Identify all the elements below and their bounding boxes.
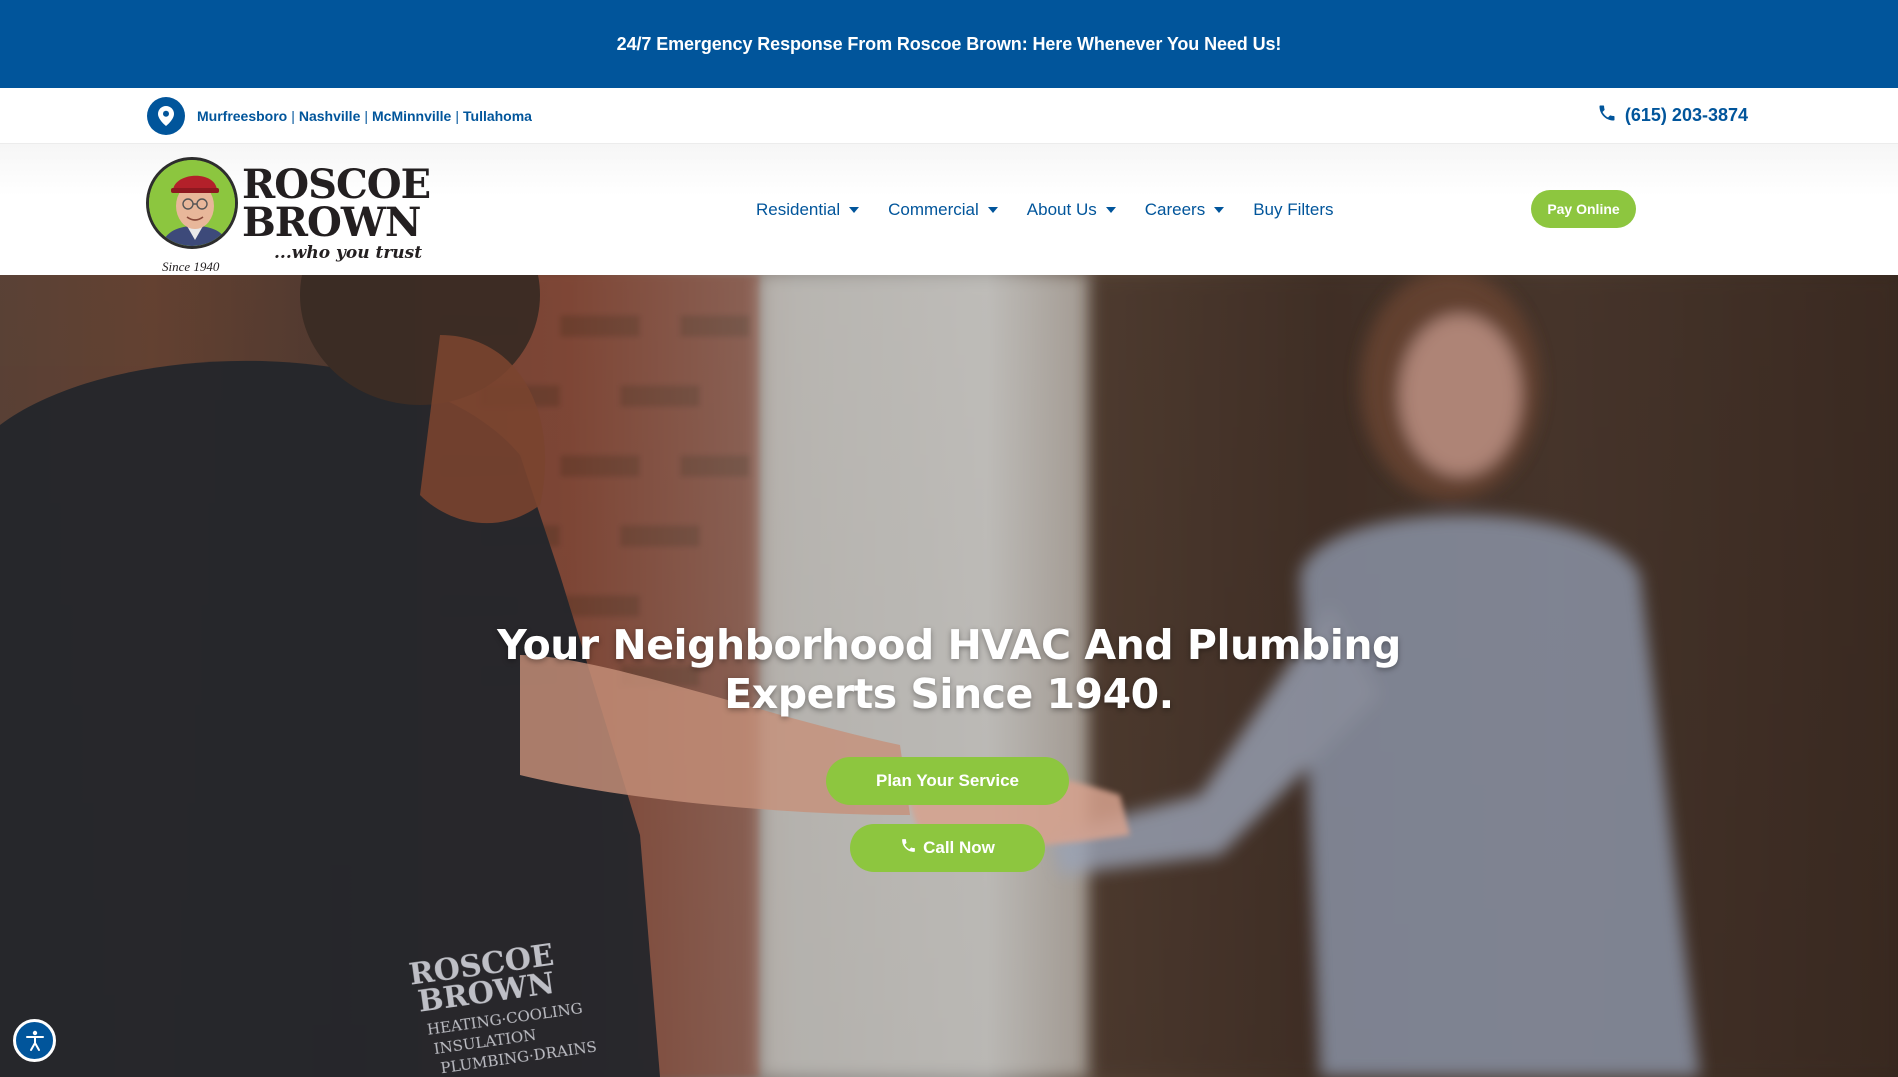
caret-down-icon bbox=[849, 207, 860, 213]
nav-label: Residential bbox=[756, 200, 841, 219]
pay-online-button[interactable]: Pay Online bbox=[1531, 190, 1636, 228]
nav-careers[interactable]: Careers bbox=[1144, 200, 1225, 220]
nav-about-us[interactable]: About Us bbox=[1027, 200, 1116, 220]
hero-heading-line-1: Your Neighborhood HVAC And Plumbing bbox=[497, 621, 1401, 669]
caret-down-icon bbox=[1214, 207, 1225, 213]
emergency-banner-text: 24/7 Emergency Response From Roscoe Brow… bbox=[616, 33, 1282, 54]
location-mcminnville[interactable]: McMinnville bbox=[372, 108, 451, 124]
service-locations: Murfreesboro | Nashville | McMinnville |… bbox=[197, 105, 532, 127]
nav-buy-filters[interactable]: Buy Filters bbox=[1253, 200, 1333, 220]
logo-line-2: BROWN bbox=[242, 199, 421, 246]
nav-residential[interactable]: Residential bbox=[756, 200, 860, 220]
site-header: ROSCOE BROWN ...who you trust Since 1940… bbox=[0, 144, 1898, 275]
logo-portrait bbox=[146, 157, 238, 249]
separator: | bbox=[455, 108, 459, 124]
nav-label: Commercial bbox=[888, 200, 979, 219]
location-nashville[interactable]: Nashville bbox=[299, 108, 360, 124]
nav-label: Careers bbox=[1144, 200, 1206, 219]
phone-number: (615) 203-3874 bbox=[1624, 104, 1748, 125]
phone-icon bbox=[1597, 103, 1617, 128]
plan-your-service-button[interactable]: Plan Your Service bbox=[826, 757, 1069, 805]
separator: | bbox=[291, 108, 295, 124]
logo-since: Since 1940 bbox=[162, 259, 220, 274]
map-pin-icon bbox=[147, 97, 185, 135]
nav-label: About Us bbox=[1026, 200, 1097, 219]
caret-down-icon bbox=[987, 207, 998, 213]
call-now-button[interactable]: Call Now bbox=[850, 824, 1045, 872]
logo-tagline: ...who you trust bbox=[274, 243, 423, 263]
separator: | bbox=[364, 108, 368, 124]
location-murfreesboro[interactable]: Murfreesboro bbox=[197, 108, 287, 124]
nav-label: Buy Filters bbox=[1253, 200, 1334, 219]
main-navigation: Residential Commercial About Us Careers … bbox=[756, 198, 1363, 222]
hero-section: ROSCOE BROWN HEATING·COOLING INSULATION … bbox=[0, 275, 1898, 1077]
caret-down-icon bbox=[1105, 207, 1116, 213]
hero-heading-line-2: Experts Since 1940. bbox=[724, 670, 1174, 718]
hero-heading: Your Neighborhood HVAC And Plumbing Expe… bbox=[449, 621, 1449, 719]
location-tullahoma[interactable]: Tullahoma bbox=[463, 108, 532, 124]
emergency-banner: 24/7 Emergency Response From Roscoe Brow… bbox=[0, 0, 1898, 88]
call-button-label: Call Now bbox=[923, 838, 995, 857]
nav-commercial[interactable]: Commercial bbox=[888, 200, 998, 220]
accessibility-icon[interactable] bbox=[13, 1019, 56, 1062]
info-bar: Murfreesboro | Nashville | McMinnville |… bbox=[0, 88, 1898, 144]
plan-button-label: Plan Your Service bbox=[876, 771, 1019, 790]
roscoe-brown-logo[interactable]: ROSCOE BROWN ...who you trust Since 1940 bbox=[146, 151, 431, 274]
phone-icon bbox=[900, 837, 917, 859]
phone-link[interactable]: (615) 203-3874 bbox=[1597, 101, 1748, 129]
